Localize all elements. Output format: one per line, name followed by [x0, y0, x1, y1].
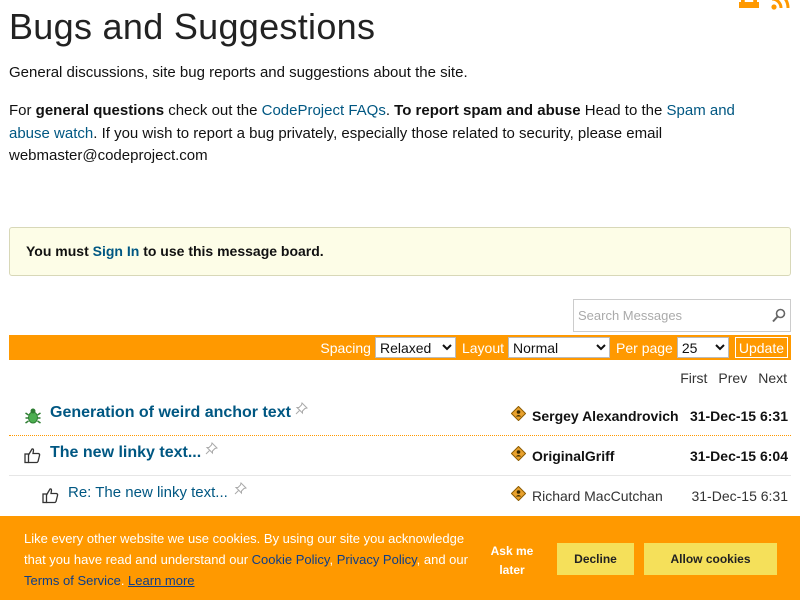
forum-description: General discussions, site bug reports an… — [9, 64, 468, 81]
message-subject[interactable]: The new linky text... — [50, 444, 201, 462]
member-icon — [510, 485, 527, 506]
help-text: For general questions check out the Code… — [9, 100, 779, 168]
general-questions-label: general questions — [35, 102, 165, 119]
header-icons — [738, 0, 792, 10]
cookie-policy-link[interactable]: Cookie Policy — [252, 552, 330, 567]
bug-icon — [25, 407, 41, 430]
help-text-part: For — [9, 102, 36, 119]
pager-first[interactable]: First — [680, 370, 707, 386]
pin-icon[interactable] — [295, 402, 308, 420]
message-author[interactable]: Richard MacCutchan — [532, 488, 663, 504]
report-spam-label: To report spam and abuse — [394, 102, 581, 119]
help-text-part: check out the — [164, 102, 262, 119]
cookie-text-part: , — [329, 552, 337, 567]
help-text-part: . — [385, 102, 395, 119]
message-subject[interactable]: Re: The new linky text... — [68, 484, 228, 501]
message-date: 31-Dec-15 6:04 — [689, 448, 788, 464]
terms-link[interactable]: Terms of Service — [24, 573, 121, 588]
thumbs-up-icon — [42, 487, 59, 509]
pager-next[interactable]: Next — [758, 370, 787, 386]
faq-link[interactable]: CodeProject FAQs — [262, 102, 386, 119]
help-text-part: . If you wish to report a bug privately,… — [9, 124, 663, 165]
member-icon — [510, 445, 527, 466]
print-icon[interactable] — [738, 0, 760, 10]
update-button[interactable]: Update — [734, 337, 788, 358]
layout-label: Layout — [461, 339, 505, 356]
spacing-select[interactable]: Relaxed — [374, 337, 456, 358]
signin-link[interactable]: Sign In — [93, 243, 140, 259]
rss-icon[interactable] — [770, 0, 792, 10]
member-icon — [510, 405, 527, 426]
signin-text: to use this message board. — [139, 243, 324, 259]
page-title: Bugs and Suggestions — [9, 6, 376, 47]
signin-text: You must — [26, 243, 93, 259]
help-text-part: Head to the — [580, 102, 667, 119]
message-author[interactable]: OriginalGriff — [532, 448, 614, 464]
search-box — [573, 299, 791, 332]
per-page-select[interactable]: 25 — [676, 337, 729, 358]
pin-icon[interactable] — [234, 482, 247, 500]
thumbs-up-icon — [24, 447, 41, 469]
cookie-banner: Like every other website we use cookies.… — [0, 516, 800, 600]
signin-notice: You must Sign In to use this message boa… — [9, 227, 791, 276]
search-input[interactable] — [574, 300, 764, 331]
message-row[interactable]: The new linky text... OriginalGriff 31-D… — [9, 436, 791, 476]
cookie-text: Like every other website we use cookies.… — [24, 528, 474, 591]
message-author[interactable]: Sergey Alexandrovich — [532, 408, 679, 424]
pager: First Prev Next — [680, 370, 787, 386]
allow-cookies-button[interactable]: Allow cookies — [644, 543, 777, 575]
spacing-label: Spacing — [320, 339, 371, 356]
per-page-label: Per page — [616, 339, 673, 356]
pin-icon[interactable] — [205, 442, 218, 460]
message-row[interactable]: Re: The new linky text... Richard MacCut… — [9, 476, 791, 516]
message-date: 31-Dec-15 6:31 — [689, 408, 788, 424]
learn-more-link[interactable]: Learn more — [128, 573, 194, 588]
search-icon[interactable] — [772, 308, 786, 328]
cookie-text-part: , and our — [416, 552, 468, 567]
message-row[interactable]: Generation of weird anchor text Sergey A… — [9, 396, 791, 436]
message-subject[interactable]: Generation of weird anchor text — [50, 404, 291, 422]
ask-me-later-button[interactable]: Ask me later — [483, 542, 541, 580]
message-date: 31-Dec-15 6:31 — [691, 488, 788, 504]
decline-button[interactable]: Decline — [557, 543, 634, 575]
pager-prev[interactable]: Prev — [718, 370, 747, 386]
cookie-text-part: . — [120, 573, 129, 588]
privacy-policy-link[interactable]: Privacy Policy — [337, 552, 417, 567]
layout-select[interactable]: Normal — [508, 337, 611, 358]
message-toolbar: Spacing Relaxed Layout Normal Per page 2… — [9, 335, 791, 360]
